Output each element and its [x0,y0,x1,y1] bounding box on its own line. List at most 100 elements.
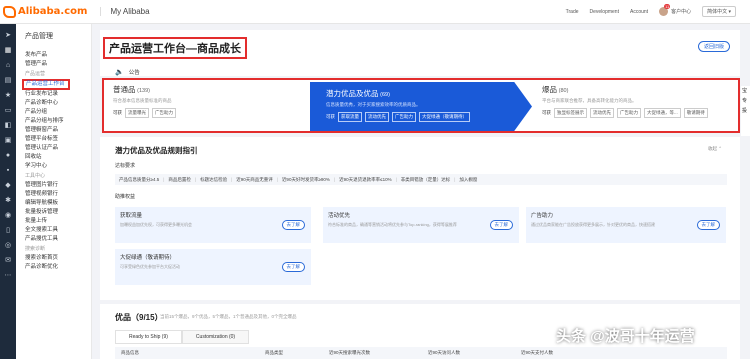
grid-icon[interactable]: ▦ [4,47,12,55]
requirement-item: 近90天商品无重评 [236,176,273,182]
old-version-button[interactable]: 返回旧版 [697,41,730,52]
top-bar: Alibaba.com My Alibaba Trade Development… [0,0,750,24]
user-label: 客户中心 [671,9,692,15]
sidebar-title: 产品管理 [25,33,53,40]
sidebar-item[interactable]: 发布产品 [25,51,91,60]
account-link[interactable]: Account [630,9,648,15]
user-icon[interactable]: ● [4,152,12,160]
more-icon[interactable]: ⋯ [4,272,12,280]
benefits-label: 助推权益 [115,194,136,200]
trade-link[interactable]: Trade [566,9,579,15]
bell-icon[interactable]: ◆ [4,182,12,190]
stage-name: 爆品 [542,85,557,94]
sidebar-item[interactable]: 管理认证产品 [25,144,91,153]
sidebar-item[interactable]: 全文搜索工具 [25,226,91,235]
card-desc: 通过优品商家能在广告投放获得更多展示，针对更优的商品，快速搭建 [531,222,655,227]
stage-tag: 广告助力 [392,112,416,122]
mail-icon[interactable]: ✉ [4,257,12,265]
stage-prefix: 可获 [113,110,122,115]
notification-badge: 11 [664,4,671,9]
cart-icon[interactable]: ◧ [4,122,12,130]
globe-icon[interactable]: ◎ [4,242,12,250]
sidebar-item[interactable]: 产品诊断优化 [25,263,91,272]
card-title: 获取流量 [120,213,143,219]
stage-prefix: 可获 [326,114,335,119]
sidebar-item[interactable]: 管理平台标签 [25,135,91,144]
sidebar-item[interactable]: 学习中心 [25,162,91,171]
logo-text: Alibaba.com [18,6,88,17]
star-icon[interactable]: ★ [4,92,12,100]
learn-more-button[interactable]: 去了解 [281,262,305,272]
sidebar-item[interactable]: 产品运营工作台 [22,79,70,90]
sidebar-item[interactable]: 回收站 [25,153,91,162]
card-title: 广告助力 [531,213,554,219]
stage-count: (80) [558,88,569,94]
learn-more-button[interactable]: 去了解 [696,220,720,230]
card-title: 大促绿通（敬请期待） [120,255,176,261]
stage-tag: 流动优先 [365,112,389,122]
stage-tag: 敬请期待 [683,108,708,118]
stage-desc: 符合基本信息质量标准的商品 [113,98,172,103]
stage-name: 普通品 [113,85,136,94]
settings-icon[interactable]: ✱ [4,197,12,205]
page-title: 产品运营工作台—商品成长 [103,37,247,59]
sidebar-item[interactable]: 管理图片银行 [25,181,91,190]
column-header: 商品信息 [121,350,139,355]
rules-guide-panel: 潜力优品及优品规则指引 收起 ⌃ 达标要求 产品信息质量分≥4.5 | 商品后置检… [100,137,740,300]
sidebar-item[interactable]: 批量上传 [25,217,91,226]
requirement-item: 产品信息质量分≥4.5 [119,176,160,182]
sidebar-item[interactable]: 编辑导航模板 [25,199,91,208]
notice[interactable]: 🔈 公告 [115,68,140,76]
sidebar-group-label: 搜索诊断 [25,246,46,252]
lock-icon[interactable]: ▪ [4,167,12,175]
development-link[interactable]: Development [590,9,619,15]
app-title[interactable]: My Alibaba [100,7,150,16]
avatar: 11 [659,4,671,16]
right-edge-panel: 宝 专 投 [741,86,750,136]
tab-customization[interactable]: Customization (0) [181,330,250,344]
stage-normal[interactable]: 普通品 (139) 符合基本信息质量标准的商品 可获 流量曝光 广告助力 [113,84,303,129]
notice-label: 公告 [128,70,140,76]
people-icon[interactable]: ◉ [4,212,12,220]
stage-hot[interactable]: 爆品 (80) 平台与商家联合推荐，具备高转化能力的商品。 可获 独显标签展示 … [542,84,734,129]
language-select[interactable]: 简体中文 ▾ [702,6,736,17]
card-desc: 符合标准的商品，确通等营销活动将优先参与Top-ranking，获得等展推荐 [328,222,457,227]
tab-ready-to-ship[interactable]: Ready to Ship (9) [115,330,182,344]
card-desc: 可享受绿色优先参加平台大促活动 [120,264,180,269]
requirement-item: 近90天好时发货率≥90% [281,176,330,182]
benefit-card-activity: 活动优先 符合标准的商品，确通等营销活动将优先参与Top-ranking，获得等… [323,207,519,243]
requirements-label: 达标要求 [115,163,136,169]
requirement-item: 近90天退货退款率率≤10% [339,176,392,182]
stage-tag: 广告助力 [617,108,641,118]
learn-more-button[interactable]: 去了解 [489,220,513,230]
box-icon[interactable]: ▣ [4,137,12,145]
shop-icon[interactable]: ⌂ [4,62,12,70]
file-icon[interactable]: ▯ [4,227,12,235]
sidebar-item[interactable]: 产品分组 [25,108,91,117]
collapse-link[interactable]: 收起 ⌃ [708,146,722,152]
stage-count: (139) [137,88,151,94]
sidebar-item[interactable]: 搜索诊断首页 [25,254,91,263]
requirement-item: 非类目错放（定量）达标 [400,176,451,182]
learn-more-button[interactable]: 去了解 [281,220,305,230]
sidebar-item[interactable]: 管理视频银行 [25,190,91,199]
sidebar-item[interactable]: 批量投诉管理 [25,208,91,217]
column-header[interactable]: 近90天搜索曝光次数 [329,350,370,356]
chart-icon[interactable]: ▤ [4,77,12,85]
sidebar-item[interactable]: 产品搜优工具 [25,235,91,244]
column-header: 商品类型 [265,350,283,355]
doc-icon[interactable]: ▭ [4,107,12,115]
sidebar-item[interactable]: 管理产品 [25,60,91,69]
stage-potential[interactable]: 潜力优品及优品 (69) 信息质量优秀，对于买家搜索效率的优质商品。 可获 获取… [310,82,532,131]
icon-rail: ➤ ▦ ⌂ ▤ ★ ▭ ◧ ▣ ● ▪ ◆ ✱ ◉ ▯ ◎ ✉ ⋯ [0,24,16,359]
sidebar-item[interactable]: 管理橱窗产品 [25,126,91,135]
column-header[interactable]: 近90天访问人数 [428,350,460,356]
alibaba-logo[interactable]: Alibaba.com [3,5,88,18]
sidebar-item[interactable]: 产品诊断中心 [25,99,91,108]
user-menu[interactable]: 11 客户中心 [659,4,692,16]
send-icon[interactable]: ➤ [4,32,12,40]
column-header[interactable]: 近90天支付人数 [521,350,553,356]
sidebar-item[interactable]: 行业发布记录 [25,90,91,99]
table-header: 商品信息 商品类型 近90天搜索曝光次数 近90天访问人数 近90天支付人数 [115,347,727,359]
sidebar-item[interactable]: 产品分组与排序 [25,117,91,126]
